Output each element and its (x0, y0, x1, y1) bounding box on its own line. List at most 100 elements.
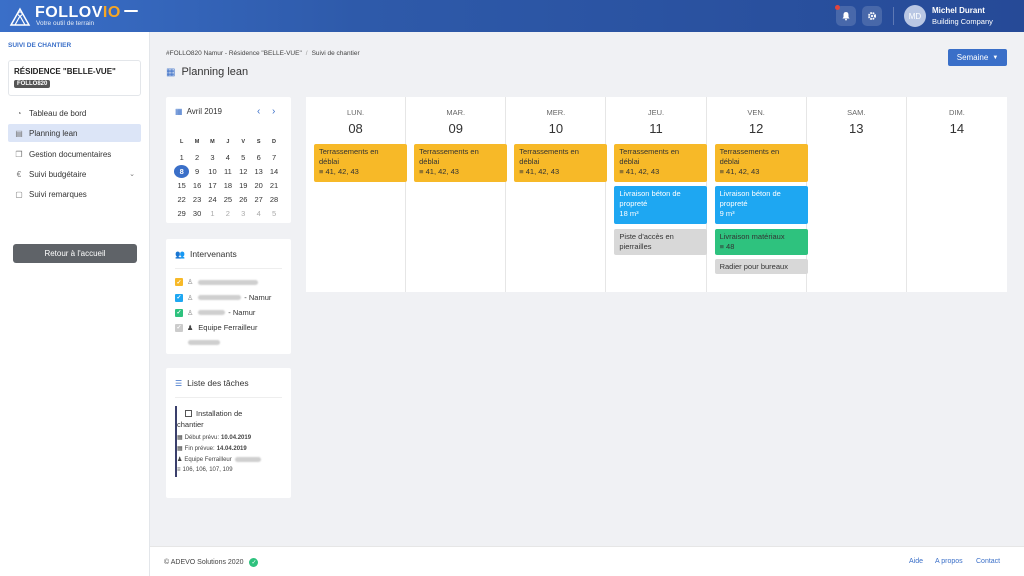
calendar-day[interactable]: 22 (174, 195, 189, 204)
calendar-day[interactable]: 15 (174, 181, 189, 190)
planning-task[interactable]: Livraison matériaux ≡ 48 (714, 229, 808, 255)
sidebar-item-label: Tableau de bord (29, 108, 87, 118)
calendar-day[interactable]: 10 (205, 167, 220, 176)
calendar-day[interactable]: 9 (189, 167, 204, 176)
notifications-button[interactable] (835, 5, 856, 26)
weekday-label: M (210, 138, 215, 145)
settings-button[interactable] (862, 6, 882, 26)
list-icon: ≡ (177, 467, 181, 473)
calendar-day[interactable]: 19 (236, 181, 251, 190)
day-name: VEN. (747, 108, 765, 117)
calendar-day[interactable]: 4 (220, 153, 235, 162)
checkbox[interactable]: ✓ (175, 278, 183, 286)
intervenant-suffix: - Namur (228, 308, 256, 317)
calendar-day[interactable]: 23 (189, 195, 204, 204)
calendar-day[interactable]: 17 (205, 181, 220, 190)
calendar-day[interactable]: 3 (236, 209, 251, 218)
intervenant-row[interactable]: ✓ ♟ Equipe Ferrailleur (175, 323, 257, 332)
calendar-icon: ▦ (166, 66, 176, 78)
calendar-day[interactable]: 12 (236, 167, 251, 176)
calendar-day[interactable]: 21 (266, 181, 281, 190)
calendar-day[interactable]: 1 (205, 209, 220, 218)
breadcrumb-project[interactable]: #FOLLO820 Namur - Résidence "BELLE-VUE" (166, 50, 302, 57)
calendar-day[interactable]: 28 (266, 195, 281, 204)
avatar[interactable]: MD (904, 5, 926, 27)
calendar-day[interactable]: 7 (266, 153, 281, 162)
planning-task[interactable]: Terrassements en déblai ≡ 41, 42, 43 (714, 144, 808, 182)
task-checkbox[interactable] (185, 410, 192, 417)
menu-toggle-icon[interactable] (124, 10, 138, 22)
logo-icon (9, 7, 31, 26)
planning-task[interactable]: Terrassements en déblai ≡ 41, 42, 43 (314, 144, 407, 182)
sidebar-item-budget[interactable]: € Suivi budgétaire ⌄ (8, 165, 141, 183)
intervenant-row[interactable]: ✓ ♙ - Namur (175, 308, 255, 317)
user-company: Building Company (932, 17, 993, 26)
calendar-day[interactable]: 8 (174, 164, 190, 178)
calendar-day[interactable]: 2 (220, 209, 235, 218)
calendar-month: ▦ Avril 2019 (175, 107, 222, 116)
task-item[interactable]: Installation de chantier ▦ Début prévu: 10… (175, 406, 280, 477)
planning-task[interactable]: Piste d'accès en pierrailles (614, 229, 708, 255)
back-home-button[interactable]: Retour à l'accueil (13, 244, 137, 263)
sidebar-item-label: Gestion documentaires (29, 149, 112, 159)
task-title: Terrassements en (519, 147, 579, 156)
next-month-icon[interactable]: › (272, 106, 275, 117)
comments-icon: ▢ (15, 189, 23, 199)
calendar-day[interactable]: 1 (174, 153, 189, 162)
calendar-day[interactable]: 20 (251, 181, 266, 190)
documents-icon: ❐ (15, 149, 23, 159)
sidebar-item-remarks[interactable]: ▢ Suivi remarques (8, 185, 141, 203)
calendar-day[interactable]: 30 (189, 209, 204, 218)
task-title: propreté (619, 199, 648, 209)
person-icon: ♙ (187, 309, 194, 317)
intervenant-row[interactable]: ✓ ♙ (175, 278, 261, 286)
calendar-day[interactable]: 25 (220, 195, 235, 204)
calendar-day[interactable]: 14 (266, 167, 281, 176)
footer-link-help[interactable]: Aide (909, 558, 923, 565)
calendar-day[interactable]: 29 (174, 209, 189, 218)
user-name[interactable]: Michel Durant (932, 6, 985, 15)
task-meta-value: 41, 42, 43 (726, 167, 760, 177)
view-select-button[interactable]: Semaine ▼ (948, 49, 1007, 66)
calendar-day[interactable]: 4 (251, 209, 266, 218)
checkbox[interactable]: ✓ (175, 308, 183, 317)
calendar-day[interactable]: 5 (236, 153, 251, 162)
footer-link-about[interactable]: A propos (935, 558, 963, 565)
person-icon: ♙ (187, 279, 194, 286)
calendar-day[interactable]: 16 (189, 181, 204, 190)
calendar-week: 29 30 1 2 3 4 5 (174, 206, 284, 220)
calendar-day[interactable]: 2 (189, 153, 204, 162)
planning-task[interactable]: Livraison béton de propreté 9 m³ (714, 186, 808, 224)
planning-task[interactable]: Radier pour bureaux (714, 259, 808, 274)
calendar-day[interactable]: 24 (205, 195, 220, 204)
checkbox[interactable]: ✓ (175, 293, 183, 302)
sidebar-item-dashboard[interactable]: ◔ Tableau de bord (8, 104, 141, 122)
calendar-day[interactable]: 13 (251, 167, 266, 176)
calendar-week: 8 9 10 11 12 13 14 (174, 164, 284, 178)
project-card[interactable]: RÉSIDENCE "BELLE-VUE" FOLLO820 (8, 60, 141, 96)
task-title: Terrassements en (719, 147, 780, 156)
calendar-day[interactable]: 5 (266, 209, 281, 218)
sidebar-section-title: SUIVI DE CHANTIER (8, 42, 72, 49)
calendar-day[interactable]: 3 (205, 153, 220, 162)
planning-task[interactable]: Terrassements en déblai ≡ 41, 42, 43 (414, 144, 508, 182)
calendar-day[interactable]: 18 (220, 181, 235, 190)
planning-task[interactable]: Terrassements en déblai ≡ 41, 42, 43 (614, 144, 708, 182)
task-meta: ≡ 41, 42, 43 (720, 167, 803, 177)
planning-task[interactable]: Terrassements en déblai ≡ 41, 42, 43 (514, 144, 608, 182)
sidebar-item-documents[interactable]: ❐ Gestion documentaires (8, 145, 141, 163)
intervenant-row[interactable]: ✓ ♙ - Namur (175, 293, 271, 302)
planning-task[interactable]: Livraison béton de propreté 18 m³ (614, 186, 708, 224)
calendar-day[interactable]: 27 (251, 195, 266, 204)
checkbox[interactable]: ✓ (175, 323, 183, 332)
calendar-day[interactable]: 11 (220, 167, 235, 176)
calendar-day[interactable]: 26 (236, 195, 251, 204)
day-name: LUN. (347, 108, 365, 117)
calendar-day[interactable]: 6 (251, 153, 266, 162)
mini-calendar: ▦ Avril 2019 ‹ › L M M J V S D 1 2 3 4 5 6 7 8 9 10 11 12 13… (166, 97, 291, 223)
prev-month-icon[interactable]: ‹ (257, 106, 260, 117)
footer-link-contact[interactable]: Contact (976, 558, 1000, 565)
task-title: Terrassements en (319, 147, 379, 156)
task-name-line: Installation de (185, 409, 242, 418)
sidebar-item-planning[interactable]: ▤ Planning lean (8, 124, 141, 142)
